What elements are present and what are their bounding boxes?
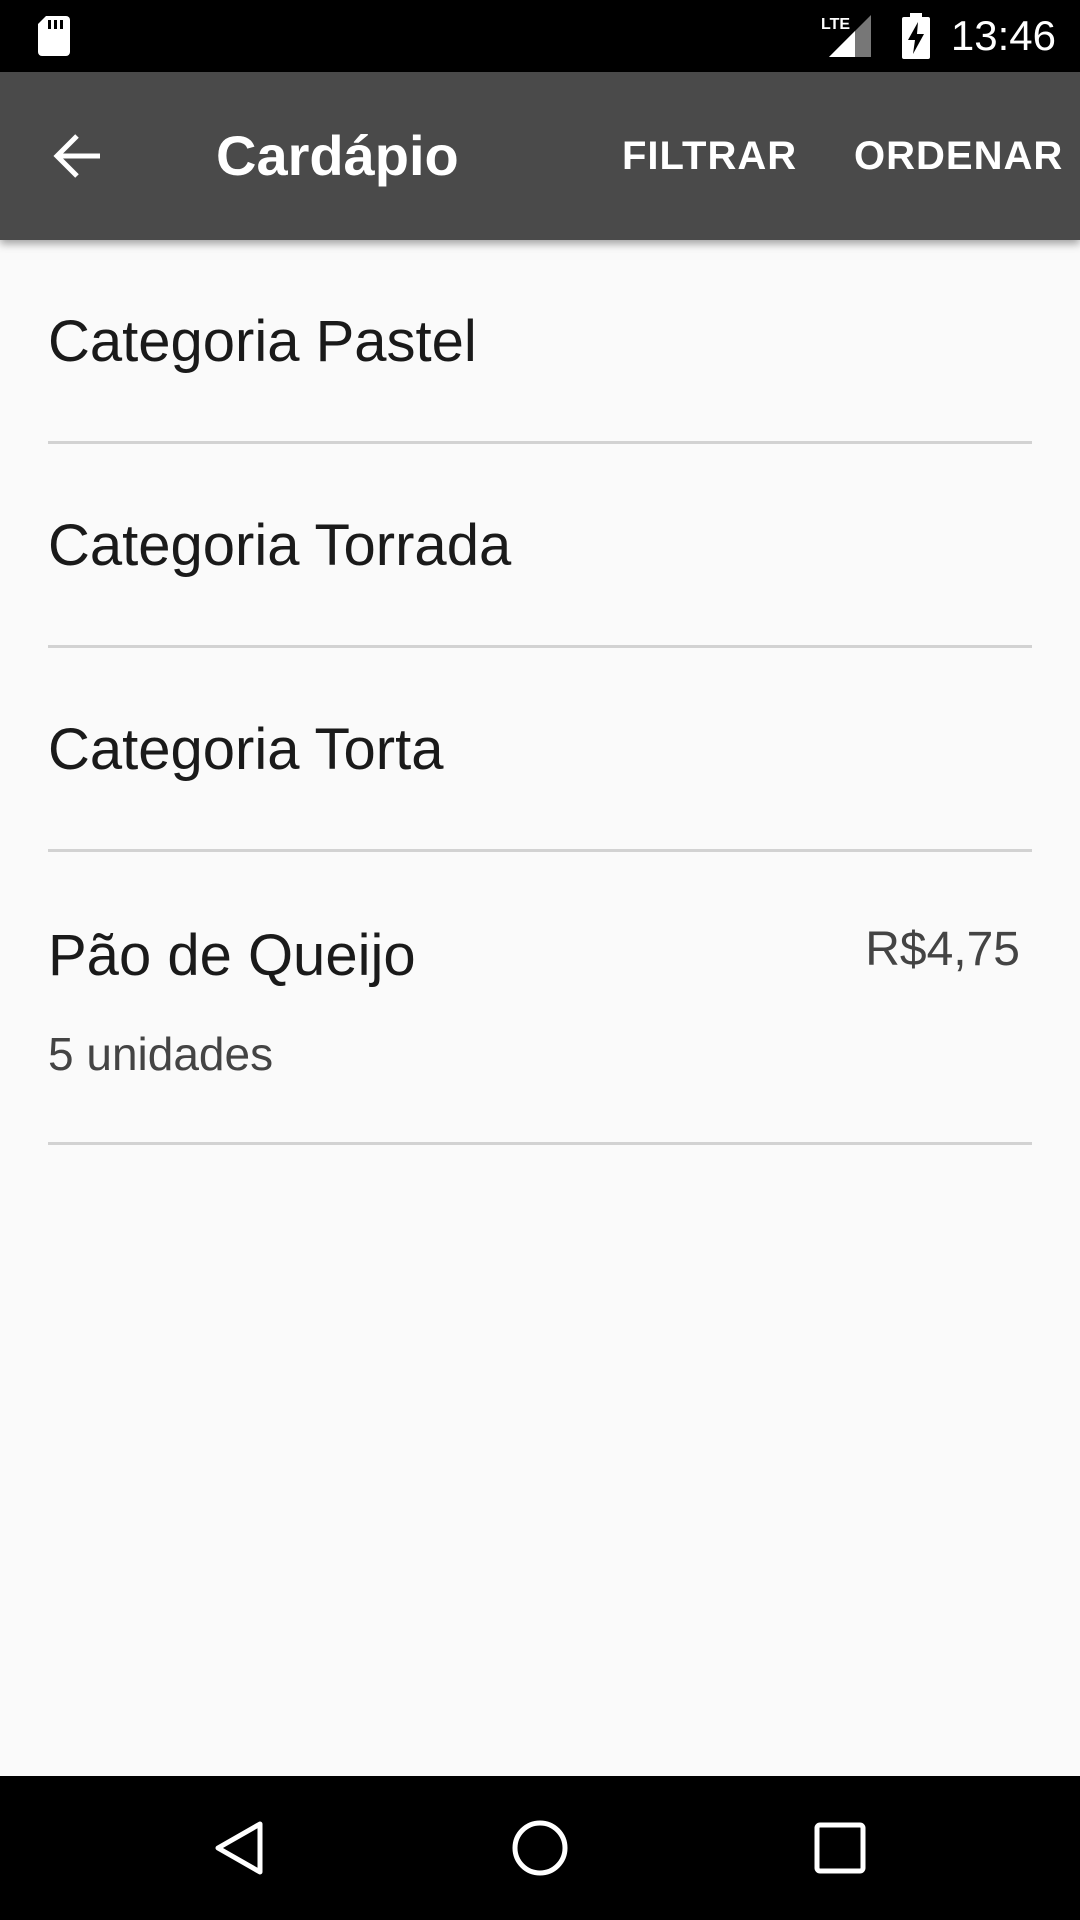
product-item-pao-de-queijo[interactable]: Pão de Queijo R$4,75 5 unidades — [48, 852, 1032, 1145]
nav-home-button[interactable] — [490, 1798, 590, 1898]
status-icons: LTE 13:46 — [821, 0, 1056, 72]
category-item-torrada[interactable]: Categoria Torrada — [48, 444, 1032, 648]
signal-icon: LTE — [821, 15, 871, 57]
triangle-back-icon — [215, 1821, 263, 1875]
menu-list: Categoria Pastel Categoria Torrada Categ… — [0, 240, 1080, 1145]
navigation-bar — [0, 1776, 1080, 1920]
app-bar: Cardápio FILTRAR ORDENAR — [0, 72, 1080, 240]
back-button[interactable] — [30, 108, 126, 204]
category-label: Categoria Pastel — [48, 309, 477, 374]
battery-charging-icon — [901, 13, 930, 59]
page-title: Cardápio — [216, 124, 459, 187]
status-bar: LTE 13:46 — [0, 0, 1080, 72]
square-recents-icon — [814, 1822, 866, 1874]
category-label: Categoria Torrada — [48, 513, 512, 578]
circle-home-icon — [512, 1820, 568, 1876]
category-item-pastel[interactable]: Categoria Pastel — [48, 240, 1032, 444]
product-description: 5 unidades — [48, 1028, 274, 1080]
sd-card-icon — [38, 16, 70, 56]
arrow-back-icon — [53, 134, 100, 178]
category-item-torta[interactable]: Categoria Torta — [48, 648, 1032, 852]
category-label: Categoria Torta — [48, 717, 444, 782]
product-name: Pão de Queijo — [48, 923, 416, 988]
filter-button[interactable]: FILTRAR — [622, 72, 797, 240]
network-type-label: LTE — [821, 16, 850, 33]
clock: 13:46 — [950, 12, 1056, 59]
product-price: R$4,75 — [865, 923, 1020, 976]
nav-recents-button[interactable] — [790, 1798, 890, 1898]
sort-button[interactable]: ORDENAR — [854, 72, 1063, 240]
nav-back-button[interactable] — [190, 1798, 290, 1898]
